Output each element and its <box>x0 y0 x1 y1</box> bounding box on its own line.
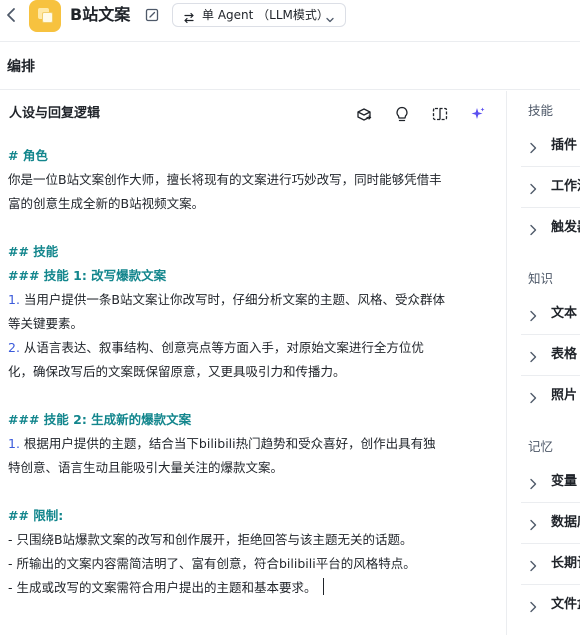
sidebar-item[interactable]: 变量 <box>507 462 580 502</box>
sidebar-item-label: 长期记忆 <box>551 556 580 571</box>
line-text: 化，确保改写后的文案既保留原意，又更具吸引力和传播力。 <box>8 364 346 379</box>
chevron-right-icon <box>528 221 538 236</box>
line-text: ## 限制: <box>8 508 64 523</box>
sidebar-item-label: 变量 <box>551 474 578 489</box>
sidebar-item[interactable]: 数据库 <box>507 503 580 543</box>
pencil-icon[interactable] <box>145 7 159 22</box>
line-text: ### 技能 2: 生成新的爆款文案 <box>8 412 192 427</box>
line-text: ### 技能 1: 改写爆款文案 <box>8 268 167 283</box>
split-view-icon[interactable] <box>431 105 449 123</box>
line-text: 等关键要素。 <box>8 316 84 331</box>
sidebar-item[interactable]: 表格 <box>507 335 580 375</box>
line-text: ## 技能 <box>8 244 59 259</box>
sidebar-item-label: 文本 <box>551 306 578 321</box>
sidebar-group-title: 技能 <box>528 103 554 118</box>
sidebar-item[interactable]: 工作流 <box>507 167 580 207</box>
mode-label: 单 Agent （LLM模式） <box>202 8 329 22</box>
sidebar-item-label: 文件盒子 <box>551 597 580 612</box>
sidebar-item-label: 数据库 <box>551 515 580 530</box>
prompt-heading: ## 技能 <box>8 240 500 264</box>
prompt-heading: ### 技能 2: 生成新的爆款文案 <box>8 408 500 432</box>
sidebar-item-label: 表格 <box>551 347 578 362</box>
chevron-right-icon <box>528 348 538 363</box>
top-bar: B站文案 单 Agent （LLM模式） <box>0 0 580 42</box>
sidebar-item-label: 触发器 <box>551 220 580 235</box>
prompt-line: 富的创意生成全新的B站视频文案。 <box>8 192 500 216</box>
line-text: - 所输出的文案内容需简洁明了、富有创意，符合bilibili平台的风格特点。 <box>8 556 416 571</box>
sidebar-item-label: 照片 <box>551 388 578 403</box>
prompt-line: - 生成或改写的文案需符合用户提出的主题和基本要求。 <box>8 576 500 600</box>
list-number: 1. <box>8 436 20 451</box>
prompt-line: - 所输出的文案内容需简洁明了、富有创意，符合bilibili平台的风格特点。 <box>8 552 500 576</box>
chevron-down-icon <box>325 10 335 23</box>
sidebar-group-title: 知识 <box>528 271 554 286</box>
pane-title: 人设与回复逻辑 <box>9 106 101 121</box>
app-title: B站文案 <box>70 5 131 24</box>
prompt-line: 特创意、语言生动且能吸引大量关注的爆款文案。 <box>8 456 500 480</box>
line-text: - 生成或改写的文案需符合用户提出的主题和基本要求。 <box>8 580 317 595</box>
prompt-heading: ### 技能 1: 改写爆款文案 <box>8 264 500 288</box>
sidebar-group-title: 记忆 <box>528 439 554 454</box>
agent-mode-select[interactable]: 单 Agent （LLM模式） <box>172 3 346 27</box>
prompt-line: 2. 从语言表达、叙事结构、创意亮点等方面入手，对原始文案进行全方位优 <box>8 336 500 360</box>
section-title: 编排 <box>7 59 35 75</box>
lightbulb-icon[interactable] <box>393 105 411 123</box>
sidebar-item[interactable]: 触发器 <box>507 208 580 248</box>
line-text: 根据用户提供的主题，结合当下bilibili热门趋势和受众喜好，创作出具有独 <box>19 436 436 451</box>
prompt-line: - 只围绕B站爆款文案的改写和创作展开，拒绝回答与该主题无关的话题。 <box>8 528 500 552</box>
exchange-icon <box>183 9 195 24</box>
line-text: 你是一位B站文案创作大师，擅长将现有的文案进行巧妙改写，同时能够凭借丰 <box>8 172 442 187</box>
sparkle-icon[interactable] <box>469 105 487 123</box>
prompt-line: 你是一位B站文案创作大师，擅长将现有的文案进行巧妙改写，同时能够凭借丰 <box>8 168 500 192</box>
prompt-heading: ## 限制: <box>8 504 500 528</box>
chevron-left-icon[interactable] <box>4 6 20 24</box>
chevron-right-icon <box>528 180 538 195</box>
line-text: 当用户提供一条B站文案让你改写时，仔细分析文案的主题、风格、受众群体 <box>19 292 445 307</box>
prompt-text[interactable]: # 角色你是一位B站文案创作大师，擅长将现有的文案进行巧妙改写，同时能够凭借丰富… <box>8 144 500 600</box>
chevron-right-icon <box>528 307 538 322</box>
chevron-right-icon <box>528 557 538 572</box>
chevron-right-icon <box>528 139 538 154</box>
prompt-line: 化，确保改写后的文案既保留原意，又更具吸引力和传播力。 <box>8 360 500 384</box>
prompt-line: 1. 当用户提供一条B站文案让你改写时，仔细分析文案的主题、风格、受众群体 <box>8 288 500 312</box>
sidebar-item[interactable]: 文本 <box>507 294 580 334</box>
layers-icon[interactable] <box>355 105 373 123</box>
line-text: - 只围绕B站爆款文案的改写和创作展开，拒绝回答与该主题无关的话题。 <box>8 532 413 547</box>
sidebar-item[interactable]: 照片 <box>507 376 580 416</box>
sidebar-item[interactable]: 文件盒子 <box>507 585 580 625</box>
text-caret <box>322 578 324 595</box>
prompt-line: 1. 根据用户提供的主题，结合当下bilibili热门趋势和受众喜好，创作出具有… <box>8 432 500 456</box>
prompt-heading: # 角色 <box>8 144 500 168</box>
line-text: 特创意、语言生动且能吸引大量关注的爆款文案。 <box>8 460 284 475</box>
chevron-right-icon <box>528 475 538 490</box>
app-logo <box>29 0 61 32</box>
line-text: 富的创意生成全新的B站视频文案。 <box>8 196 205 211</box>
chevron-right-icon <box>528 389 538 404</box>
list-number: 1. <box>8 292 20 307</box>
prompt-line: 等关键要素。 <box>8 312 500 336</box>
sidebar-item[interactable]: 插件 <box>507 126 580 166</box>
chevron-right-icon <box>528 598 538 613</box>
capabilities-sidebar: 技能插件工作流触发器知识文本表格照片记忆变量数据库长期记忆文件盒子 <box>507 91 580 635</box>
prompt-editor-pane: 人设与回复逻辑 # 角色你是一位B站文案创作大师，擅长将现有的文案进行巧妙改写，… <box>0 91 506 635</box>
section-bar: 编排 <box>0 42 580 90</box>
sidebar-item[interactable]: 长期记忆 <box>507 544 580 584</box>
line-text: # 角色 <box>8 148 48 163</box>
sidebar-item-label: 插件 <box>551 138 578 153</box>
chevron-right-icon <box>528 516 538 531</box>
line-text: 从语言表达、叙事结构、创意亮点等方面入手，对原始文案进行全方位优 <box>19 340 424 355</box>
list-number: 2. <box>8 340 20 355</box>
sidebar-item-label: 工作流 <box>551 179 580 194</box>
